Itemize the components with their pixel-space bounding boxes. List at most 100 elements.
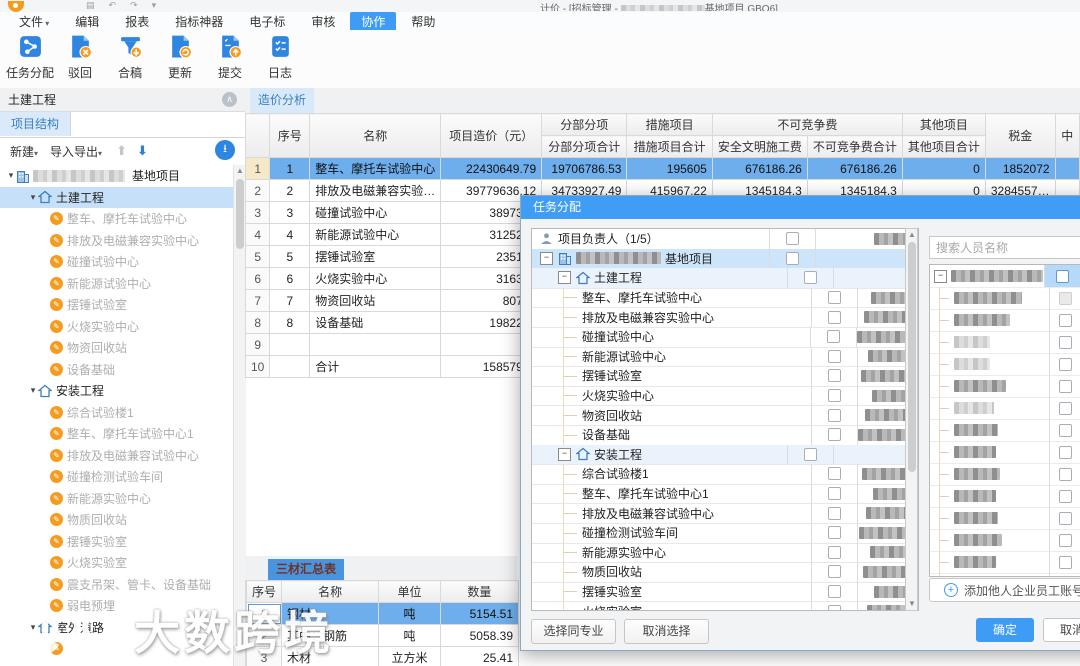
row-checkbox[interactable] (786, 232, 799, 246)
sidebar-tree-item-设备基础[interactable]: ✎ 设备基础 (0, 359, 233, 380)
person-checkbox[interactable] (1056, 269, 1070, 283)
assignment-tree-row-物资回收站[interactable]: 物资回收站 (532, 405, 918, 426)
menu-item-协作[interactable]: 协作 (350, 11, 397, 31)
cost-table-cell[interactable]: 6 (269, 267, 311, 290)
sidebar-collapse-button[interactable]: ∧ (222, 92, 237, 107)
日志-button[interactable]: 日志 (256, 30, 304, 84)
cost-table-cell[interactable]: 1 (269, 157, 311, 180)
cost-table-cell[interactable]: 整车、摩托车试验中心 (309, 157, 442, 180)
cost-table-cell[interactable]: 4 (269, 223, 311, 246)
sidebar-tree-item-物资回收站[interactable]: ✎ 物资回收站 (0, 337, 233, 358)
cost-table-cell[interactable]: 1852072 (984, 157, 1056, 180)
collapse-icon[interactable]: − (558, 447, 571, 461)
scrollbar-thumb[interactable] (236, 179, 244, 249)
sidebar-tree-item-基地项目[interactable]: ▾ 基地项目 (0, 165, 233, 186)
row-number-cell[interactable]: 1 (245, 157, 271, 180)
assignment-tree-row-整车、摩托车试验中心1[interactable]: 整车、摩托车试验中心1 (532, 483, 918, 505)
row-checkbox[interactable] (828, 585, 841, 599)
personnel-row[interactable] (930, 507, 1080, 530)
personnel-row[interactable] (930, 309, 1080, 332)
row-checkbox[interactable] (828, 526, 841, 540)
cost-table-cell[interactable] (269, 355, 311, 378)
person-checkbox[interactable] (1058, 357, 1072, 371)
assignment-tree-row-基地项目[interactable]: − 基地项目 (532, 248, 918, 270)
合稿-button[interactable]: 合稿 (106, 30, 154, 84)
row-number-cell[interactable]: 8 (245, 311, 271, 334)
sidebar-tree-item-综合试验楼1[interactable]: ✎ 综合试验楼1 (0, 402, 233, 423)
row-checkbox[interactable] (828, 604, 841, 610)
cost-table-cell[interactable]: 2 (269, 179, 311, 202)
material-name-cell[interactable]: 木材 (281, 646, 380, 666)
person-checkbox[interactable] (1058, 291, 1072, 305)
caret-down-icon[interactable]: ▾ (28, 622, 38, 633)
quantity-cell[interactable]: 5154.51 (439, 602, 519, 625)
cost-table-cell[interactable] (309, 333, 442, 356)
sidebar-tree-item-安装工程[interactable]: ▾ 安装工程 (0, 380, 233, 401)
sidebar-tree-item-火烧实验室[interactable]: ✎ 火烧实验室 (0, 552, 233, 573)
undo-icon[interactable]: ↶ (109, 0, 117, 11)
assignment-tree-row-项目负责人（1/5）[interactable]: 项目负责人（1/5） (532, 229, 918, 250)
caret-down-icon[interactable]: ▾ (28, 385, 38, 396)
row-checkbox[interactable] (828, 369, 841, 383)
row-number-cell[interactable]: 10 (245, 355, 271, 378)
row-checkbox[interactable] (828, 428, 841, 442)
quantity-cell[interactable]: 5058.39 (439, 624, 519, 647)
cost-table-cell[interactable]: 19706786.53 (541, 157, 628, 180)
row-checkbox[interactable] (828, 310, 841, 324)
assignment-tree-row-摆锤实验室[interactable]: 摆锤实验室 (532, 581, 918, 603)
person-checkbox[interactable] (1058, 401, 1072, 415)
cost-table-cell[interactable]: 3 (269, 201, 311, 224)
material-summary-table[interactable]: 序号 名称 单位 数量 1 钢材吨 5154.51 2 其中：钢筋吨 5058.39 3 木材 立方米 2… (246, 580, 519, 666)
row-checkbox[interactable] (827, 330, 841, 344)
row-checkbox[interactable] (828, 506, 841, 520)
personnel-row[interactable] (930, 485, 1080, 508)
row-number-cell[interactable]: 5 (245, 245, 271, 268)
sidebar-tree-item-新能源试验中心[interactable]: ✎ 新能源试验中心 (0, 273, 233, 294)
row-number-cell[interactable]: 6 (245, 267, 271, 290)
unit-cell[interactable]: 立方米 (378, 646, 441, 666)
search-personnel-input[interactable] (929, 236, 1080, 259)
cost-table-cell[interactable]: 8 (269, 311, 311, 334)
assignment-tree-row-排放及电磁兼容实验中心[interactable]: 排放及电磁兼容实验中心 (532, 307, 918, 328)
assignment-tree-row-新能源试验中心[interactable]: 新能源试验中心 (532, 346, 918, 368)
import-export-button[interactable]: 导入导出▾ (50, 143, 102, 160)
row-checkbox[interactable] (828, 565, 841, 579)
row-number-cell[interactable]: 9 (245, 333, 271, 356)
material-name-cell[interactable]: 钢材 (281, 602, 380, 625)
assignment-tree-row-火烧实验中心[interactable]: 火烧实验中心 (532, 385, 918, 407)
scroll-down-icon[interactable]: ▼ (906, 598, 918, 610)
menu-item-报表[interactable]: 报表 (114, 12, 160, 31)
assignment-tree-row-整车、摩托车试验中心[interactable]: 整车、摩托车试验中心 (532, 287, 918, 309)
row-checkbox[interactable] (828, 545, 841, 559)
tab-project-structure[interactable]: 项目结构 (0, 112, 71, 136)
redo-icon[interactable]: ↷ (130, 0, 138, 11)
cost-table-cell[interactable]: 5 (269, 245, 311, 268)
assignment-tree-row-火烧实验室[interactable]: 火烧实验室 (532, 601, 918, 610)
sidebar-tree-item-弱电预埋[interactable]: ✎ 弱电预埋 (0, 595, 233, 616)
cost-table-cell[interactable]: 排放及电磁兼容实验… (309, 179, 442, 202)
select-same-major-button[interactable]: 选择同专业 (531, 619, 616, 644)
person-checkbox[interactable] (1058, 445, 1072, 459)
summary-table-row[interactable]: 1 钢材吨 5154.51 (246, 602, 519, 625)
cancel-button[interactable]: 取消 (1043, 618, 1080, 642)
cost-table-cell[interactable]: 676186.26 (711, 157, 808, 180)
scroll-up-icon[interactable]: ▲ (906, 229, 918, 241)
person-checkbox[interactable] (1058, 313, 1072, 327)
row-checkbox[interactable] (828, 389, 841, 403)
move-down-icon[interactable]: ⬇ (137, 143, 148, 159)
row-number-cell[interactable]: 3 (246, 646, 283, 666)
row-checkbox[interactable] (804, 271, 817, 285)
sidebar-tree-item-土建工程[interactable]: ▾ 土建工程 (0, 186, 233, 208)
person-checkbox[interactable] (1058, 555, 1072, 569)
cost-table-cell[interactable] (1054, 157, 1080, 180)
sidebar-tree-item-碰撞检测试验车间[interactable]: ✎ 碰撞检测试验车间 (0, 466, 233, 487)
personnel-row[interactable] (930, 375, 1080, 398)
assignment-tree-row-碰撞试验中心[interactable]: 碰撞试验中心 (532, 327, 918, 348)
collapse-icon[interactable]: − (558, 271, 571, 285)
sidebar-tree-item[interactable]: ✎ (0, 638, 233, 659)
summary-table-row[interactable]: 2 其中：钢筋吨 5058.39 (246, 624, 519, 647)
sidebar-tree-item-火烧实验中心[interactable]: ✎ 火烧实验中心 (0, 316, 233, 337)
personnel-row[interactable] (930, 573, 1080, 576)
row-number-cell[interactable]: 4 (245, 223, 271, 246)
cost-table-cell[interactable]: 设备基础 (309, 311, 442, 334)
